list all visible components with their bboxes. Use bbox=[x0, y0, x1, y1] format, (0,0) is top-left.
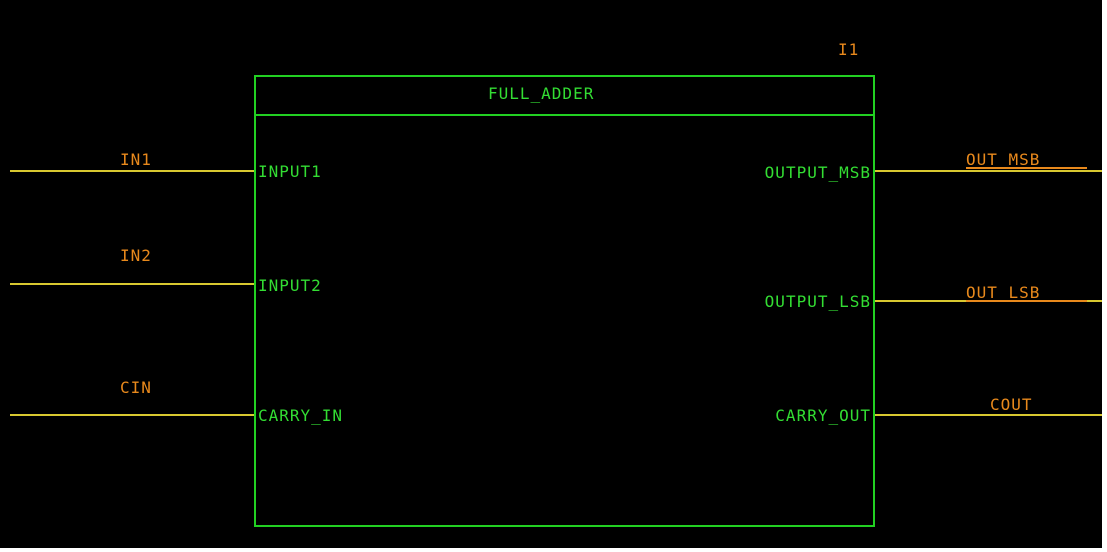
net-label-cin[interactable]: CIN bbox=[120, 378, 152, 397]
wire-in1[interactable] bbox=[10, 170, 254, 172]
net-label-out-msb-underline bbox=[966, 167, 1087, 169]
port-output-msb[interactable]: OUTPUT_MSB bbox=[765, 163, 871, 182]
frame-edge-right bbox=[1102, 0, 1107, 552]
instance-label: I1 bbox=[838, 40, 860, 59]
frame-edge-bottom bbox=[0, 548, 1107, 552]
port-carry-out[interactable]: CARRY_OUT bbox=[775, 406, 871, 425]
port-input2[interactable]: INPUT2 bbox=[258, 276, 322, 295]
block-title-separator bbox=[254, 114, 875, 116]
net-label-out-lsb-underline bbox=[966, 300, 1087, 302]
net-label-in2[interactable]: IN2 bbox=[120, 246, 152, 265]
wire-in2[interactable] bbox=[10, 283, 254, 285]
wire-out-msb[interactable] bbox=[875, 170, 1102, 172]
port-carry-in[interactable]: CARRY_IN bbox=[258, 406, 343, 425]
port-input1[interactable]: INPUT1 bbox=[258, 162, 322, 181]
wire-cin[interactable] bbox=[10, 414, 254, 416]
wire-cout[interactable] bbox=[875, 414, 1102, 416]
port-output-lsb[interactable]: OUTPUT_LSB bbox=[765, 292, 871, 311]
net-label-cout[interactable]: COUT bbox=[990, 395, 1033, 414]
schematic-canvas: I1 FULL_ADDER IN1 IN2 CIN INPUT1 INPUT2 … bbox=[0, 0, 1107, 552]
net-label-in1[interactable]: IN1 bbox=[120, 150, 152, 169]
block-title: FULL_ADDER bbox=[488, 84, 595, 103]
